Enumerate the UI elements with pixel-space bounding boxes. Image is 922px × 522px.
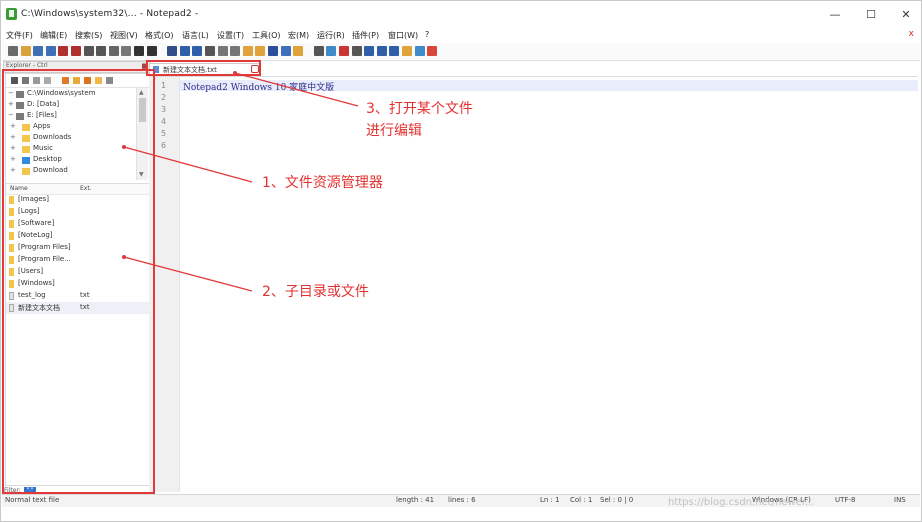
arrow-dot-3 <box>233 71 237 75</box>
arrow-line-1 <box>123 146 253 183</box>
annotation-subdirectory: 2、子目录或文件 <box>262 284 369 300</box>
arrow-line-3 <box>234 72 359 107</box>
arrow-dot-2 <box>122 255 126 259</box>
annotation-edit: 进行编辑 <box>366 123 422 139</box>
arrow-dot-1 <box>122 145 126 149</box>
arrow-line-2 <box>123 256 253 292</box>
annotation-open-file: 3、打开某个文件 <box>366 101 473 117</box>
annotation-arrows <box>122 71 359 292</box>
watermark: https://blog.csdn.net/newer... <box>668 497 815 508</box>
annotation-explorer: 1、文件资源管理器 <box>262 175 383 191</box>
